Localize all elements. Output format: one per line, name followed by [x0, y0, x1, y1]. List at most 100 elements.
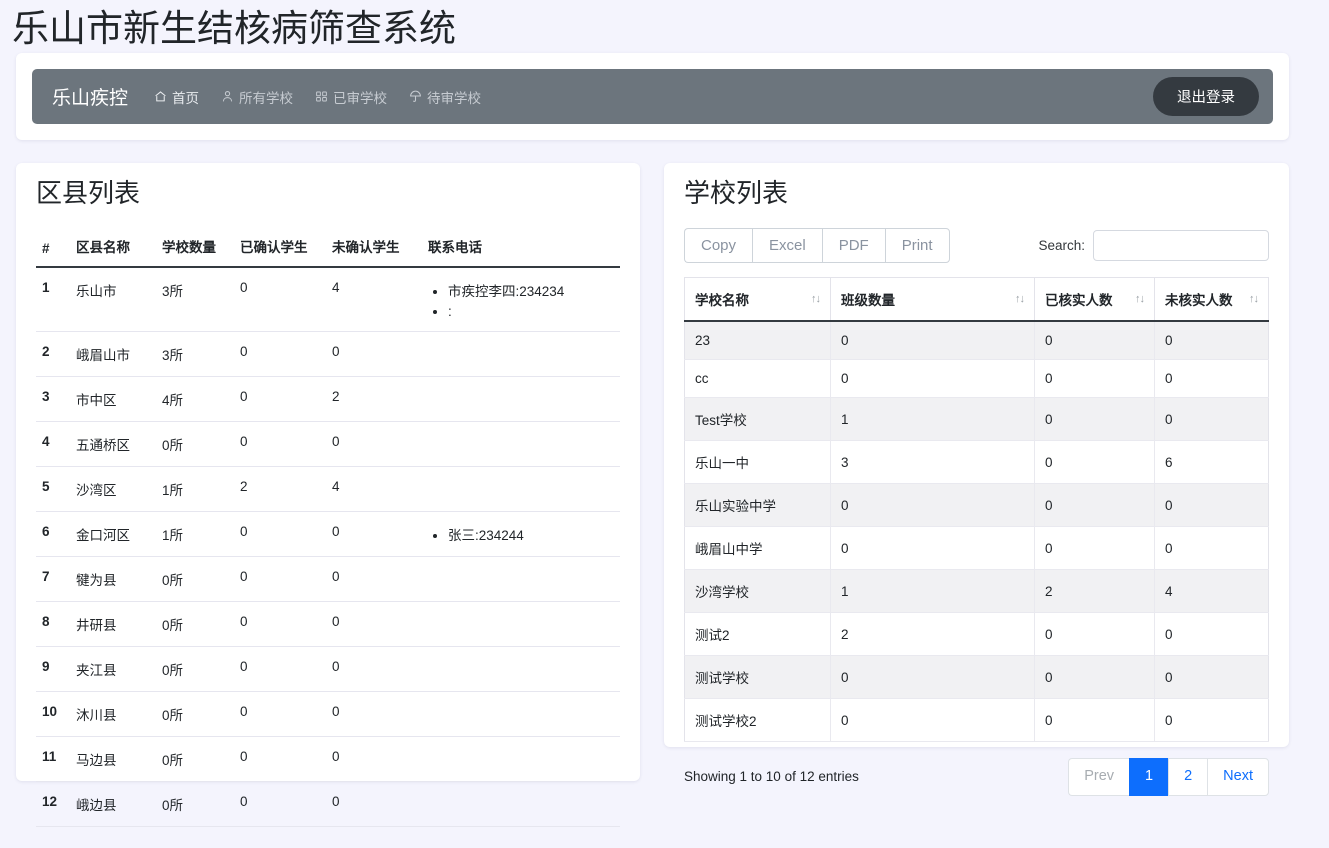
district-cell-name: 井研县	[70, 601, 156, 647]
school-table-row[interactable]: Test学校 1 0 0	[684, 397, 1269, 441]
school-cell-unverified: 4	[1154, 569, 1269, 613]
pagination-page-2[interactable]: 2	[1168, 758, 1208, 796]
district-cell-name: 五通桥区	[70, 421, 156, 467]
district-table-row: 10 沐川县 0所 0 0	[36, 691, 620, 737]
school-cell-unverified: 0	[1154, 483, 1269, 527]
district-cell-confirmed: 0	[234, 736, 326, 782]
district-cell-schoolcount: 0所	[156, 421, 234, 467]
school-cell-verified: 0	[1034, 612, 1155, 656]
district-header-row: # 区县名称 学校数量 已确认学生 未确认学生 联系电话	[36, 227, 620, 268]
district-table-row: 5 沙湾区 1所 2 4	[36, 466, 620, 512]
pagination: Prev 1 2 Next	[1068, 758, 1269, 796]
district-cell-index: 8	[36, 601, 70, 647]
grid-icon	[315, 90, 328, 103]
school-panel-title: 学校列表	[684, 178, 789, 208]
nav-item-home[interactable]: 首页	[154, 87, 199, 107]
home-icon	[154, 90, 167, 103]
pdf-button[interactable]: PDF	[821, 227, 885, 263]
school-table-row[interactable]: 峨眉山中学 0 0 0	[684, 526, 1269, 570]
school-cell-name: 23	[684, 321, 831, 360]
school-col-name[interactable]: 学校名称 ↑↓	[684, 277, 831, 322]
sort-icon: ↑↓	[811, 292, 821, 305]
contact-item: 市疾控李四:234234	[448, 280, 614, 300]
district-cell-index: 6	[36, 511, 70, 557]
copy-button[interactable]: Copy	[684, 227, 753, 263]
search-input[interactable]	[1093, 229, 1269, 261]
district-cell-index: 2	[36, 331, 70, 377]
district-cell-phone: 张三:234244	[422, 511, 620, 557]
district-table: # 区县名称 学校数量 已确认学生 未确认学生 联系电话 1乐山市3所04市疾控…	[36, 227, 620, 827]
school-col-classes[interactable]: 班级数量 ↑↓	[830, 277, 1035, 322]
nav-item-approved-schools[interactable]: 已审学校	[315, 87, 387, 107]
pagination-next[interactable]: Next	[1207, 758, 1269, 796]
school-table-row[interactable]: 23 0 0 0	[684, 321, 1269, 360]
logout-button[interactable]: 退出登录	[1153, 77, 1259, 116]
school-table-row[interactable]: 测试学校2 0 0 0	[684, 698, 1269, 742]
district-card-body: 区县列表 # 区县名称 学校数量 已确认学生 未确认学生 联系电话 1 乐山市 …	[16, 163, 640, 837]
school-table-row[interactable]: 乐山一中 3 0 6	[684, 440, 1269, 484]
district-cell-phone	[422, 736, 620, 782]
school-cell-classes: 0	[830, 483, 1035, 527]
school-table-row[interactable]: 乐山实验中学 0 0 0	[684, 483, 1269, 527]
school-col-unverified[interactable]: 未核实人数 ↑↓	[1154, 277, 1269, 322]
district-cell-phone	[422, 691, 620, 737]
page-title: 乐山市新生结核病筛查系统	[12, 8, 456, 49]
district-cell-index: 12	[36, 781, 70, 827]
district-table-row: 12 峨边县 0所 0 0	[36, 781, 620, 827]
district-table-row: 3 市中区 4所 0 2	[36, 376, 620, 422]
excel-button[interactable]: Excel	[752, 227, 822, 263]
school-cell-name: 沙湾学校	[684, 569, 831, 613]
district-cell-schoolcount: 3所	[156, 266, 234, 332]
school-cell-classes: 1	[830, 569, 1035, 613]
district-cell-name: 夹江县	[70, 646, 156, 692]
nav-item-pending-schools[interactable]: 待审学校	[409, 87, 481, 107]
school-table-row[interactable]: cc 0 0 0	[684, 359, 1269, 398]
school-cell-name: 乐山实验中学	[684, 483, 831, 527]
school-cell-name: cc	[684, 359, 831, 398]
school-cell-name: 测试学校2	[684, 698, 831, 742]
print-button[interactable]: Print	[884, 227, 950, 263]
district-col-unconfirmed: 未确认学生	[326, 227, 422, 268]
school-col-verified[interactable]: 已核实人数 ↑↓	[1034, 277, 1155, 322]
school-table-row[interactable]: 测试学校 0 0 0	[684, 655, 1269, 699]
school-col-unverified-label: 未核实人数	[1165, 293, 1233, 308]
district-cell-unconfirmed: 2	[326, 376, 422, 422]
school-cell-unverified: 0	[1154, 526, 1269, 570]
district-cell-schoolcount: 1所	[156, 466, 234, 512]
district-cell-schoolcount: 1所	[156, 511, 234, 557]
contact-item: :	[448, 304, 614, 319]
pagination-prev: Prev	[1068, 758, 1130, 796]
district-cell-confirmed: 0	[234, 421, 326, 467]
district-cell-confirmed: 0	[234, 511, 326, 557]
district-cell-phone	[422, 466, 620, 512]
district-cell-name: 峨眉山市	[70, 331, 156, 377]
nav-links: 首页 所有学校 已审学校 待审学校	[154, 87, 1153, 107]
sort-icon: ↑↓	[1015, 292, 1025, 305]
school-table-row[interactable]: 沙湾学校 1 2 4	[684, 569, 1269, 613]
district-col-confirmed: 已确认学生	[234, 227, 326, 268]
pagination-page-1[interactable]: 1	[1129, 758, 1169, 796]
datatable-toolbar: Copy Excel PDF Print Search:	[684, 227, 1269, 263]
district-cell-schoolcount: 0所	[156, 601, 234, 647]
nav-item-all-schools[interactable]: 所有学校	[221, 87, 293, 107]
brand-link[interactable]: 乐山疾控	[52, 83, 128, 110]
district-table-row: 1乐山市3所04市疾控李四:234234:	[36, 266, 620, 332]
district-table-row: 9 夹江县 0所 0 0	[36, 646, 620, 692]
school-cell-unverified: 0	[1154, 612, 1269, 656]
district-cell-name: 沐川县	[70, 691, 156, 737]
school-table-row[interactable]: 测试2 2 0 0	[684, 612, 1269, 656]
district-cell-schoolcount: 3所	[156, 331, 234, 377]
school-cell-verified: 0	[1034, 483, 1155, 527]
district-cell-confirmed: 2	[234, 466, 326, 512]
nav-item-home-label: 首页	[172, 90, 200, 106]
school-cell-name: 测试学校	[684, 655, 831, 699]
main-navbar: 乐山疾控 首页 所有学校 已审学校 待审学校 退出登录	[32, 69, 1273, 124]
search-label: Search:	[1038, 237, 1085, 253]
district-cell-index: 9	[36, 646, 70, 692]
district-cell-confirmed: 0	[234, 556, 326, 602]
district-cell-phone	[422, 781, 620, 827]
school-cell-verified: 2	[1034, 569, 1155, 613]
district-cell-unconfirmed: 0	[326, 421, 422, 467]
school-list-card: 学校列表 Copy Excel PDF Print Search: 学校名称 ↑…	[664, 163, 1289, 796]
school-cell-classes: 0	[830, 655, 1035, 699]
